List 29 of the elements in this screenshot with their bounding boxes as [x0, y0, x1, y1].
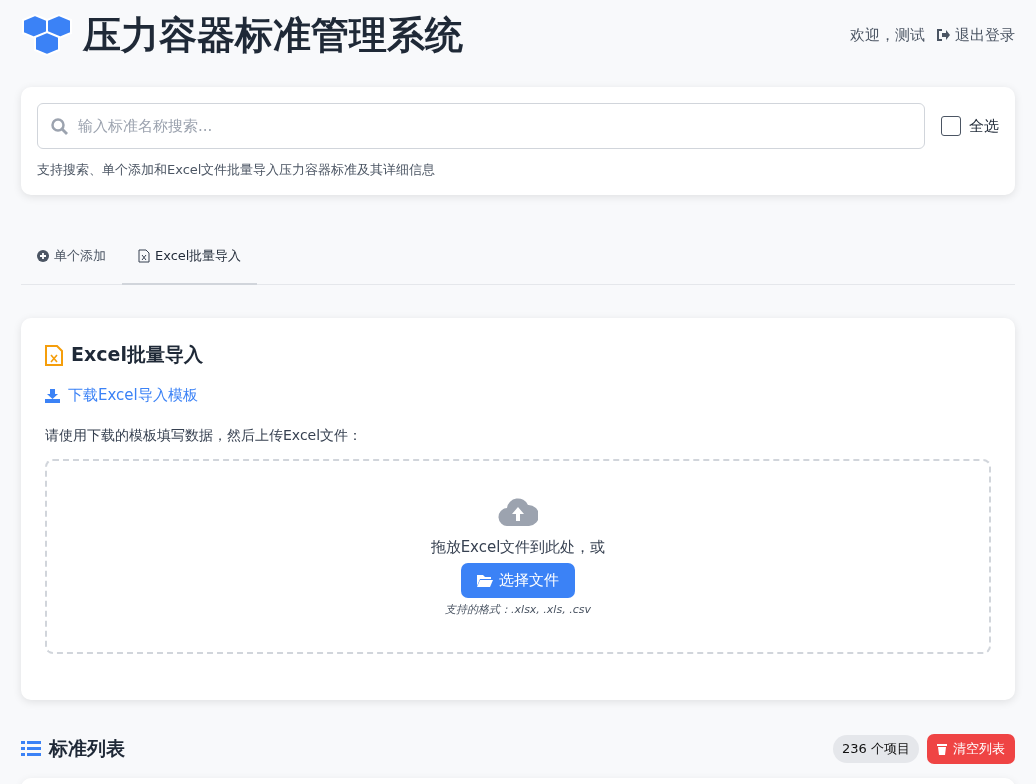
panel-title: Excel批量导入 — [71, 342, 203, 367]
search-hint: 支持搜索、单个添加和Excel文件批量导入压力容器标准及其详细信息 — [37, 161, 437, 179]
search-icon — [51, 118, 68, 135]
search-field[interactable]: 输入标准名称搜索... — [37, 103, 925, 149]
app-title: 压力容器标准管理系统 — [83, 11, 463, 59]
welcome-text: 欢迎，测试 — [850, 25, 925, 45]
trash-icon — [937, 742, 947, 755]
cubes-icon — [21, 13, 73, 57]
download-icon — [45, 388, 60, 403]
instruction-text: 请使用下载的模板填写数据，然后上传Excel文件： — [45, 426, 364, 445]
cloud-upload-icon — [498, 495, 538, 526]
select-all-checkbox[interactable]: 全选 — [941, 116, 999, 136]
tab[interactable]: Excel批量导入 — [122, 233, 258, 285]
choose-file-button[interactable]: 选择文件 — [461, 562, 575, 598]
logout-link[interactable]: 退出登录 — [937, 25, 1015, 45]
dropzone-text: 拖放Excel文件到此处，或 — [430, 537, 606, 557]
tab[interactable]: 单个添加 — [21, 233, 122, 285]
list-icon — [21, 740, 41, 757]
item-count: 236 个项目 — [833, 734, 919, 763]
clear-list-button[interactable]: 清空列表 — [927, 733, 1015, 764]
list-title: 标准列表 — [49, 735, 125, 761]
sign-out-icon — [937, 29, 950, 41]
download-template-link[interactable]: 下载Excel导入模板 — [45, 386, 198, 405]
file-dropzone[interactable]: 拖放Excel文件到此处，或 选择文件 支持的格式：.xlsx, .xls, .csv — [45, 458, 991, 654]
excel-file-icon — [45, 344, 63, 366]
supported-formats-text: 支持的格式：.xlsx, .xls, .csv — [445, 601, 591, 617]
excel-file-icon — [138, 249, 150, 263]
folder-icon — [477, 573, 493, 587]
plus-circle-icon — [37, 250, 49, 262]
